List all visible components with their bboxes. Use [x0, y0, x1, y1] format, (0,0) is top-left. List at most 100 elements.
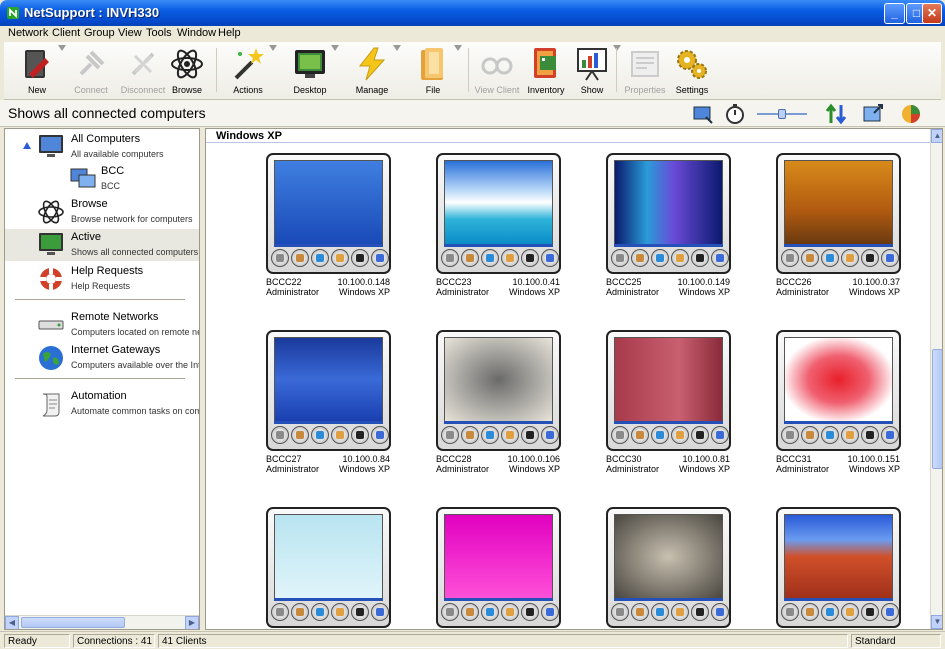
client-tile[interactable]: BCCC26 Administrator 10.100.0.37 Windows XP	[746, 153, 901, 303]
actions-button[interactable]: Actions	[217, 44, 279, 98]
properties-icon	[631, 51, 659, 77]
client-thumbnail[interactable]	[776, 507, 901, 628]
client-thumbnail[interactable]	[266, 330, 391, 451]
collapse-triangle-icon[interactable]	[23, 142, 31, 149]
nav-all-computers[interactable]: All Computers All available computers	[5, 131, 199, 163]
client-name: BCCC22	[266, 277, 302, 287]
client-status-icons	[611, 603, 729, 625]
desktop-dropdown-icon[interactable]	[331, 45, 339, 51]
scroll-thumb[interactable]	[932, 349, 942, 469]
nav-all-computers-sub: All available computers	[71, 149, 164, 159]
timer-icon[interactable]	[724, 103, 746, 125]
document-icon	[671, 426, 689, 444]
client-tile[interactable]: BCCC22 Administrator 10.100.0.148 Windows X…	[236, 153, 391, 303]
close-button[interactable]: ✕	[922, 3, 942, 24]
actions-dropdown-icon[interactable]	[269, 45, 277, 51]
client-tile[interactable]	[406, 507, 561, 629]
menu-group[interactable]: Group	[84, 27, 115, 39]
network-icon	[781, 249, 799, 267]
client-thumbnail[interactable]	[606, 330, 731, 451]
client-taskbar	[614, 598, 723, 601]
globe-icon	[371, 426, 389, 444]
nav-active[interactable]: Active Shows all connected computers	[5, 229, 199, 261]
nav-bcc-label: BCC	[101, 165, 125, 177]
manage-button[interactable]: Manage	[341, 44, 403, 98]
client-tile[interactable]: BCCC27 Administrator 10.100.0.84 Windows XP	[236, 330, 391, 480]
scroll-left-button[interactable]: ◀	[5, 616, 19, 629]
book-icon	[461, 249, 479, 267]
nav-active-sub: Shows all connected computers	[71, 247, 199, 257]
color-icon[interactable]	[900, 103, 922, 125]
menu-help[interactable]: Help	[218, 27, 241, 39]
sort-icon[interactable]	[825, 103, 847, 125]
globe-icon	[881, 249, 899, 267]
nav-bcc[interactable]: BCC BCC	[5, 163, 199, 195]
globe-icon	[39, 346, 63, 370]
manage-dropdown-icon[interactable]	[393, 45, 401, 51]
client-thumbnail[interactable]	[776, 330, 901, 451]
title-bar: NetSupport : INVH330 _ □ ✕	[0, 0, 945, 26]
client-tile[interactable]: BCCC28 Administrator 10.100.0.106 Windows X…	[406, 330, 561, 480]
status-bar: Ready Connections : 41 41 Clients Standa…	[0, 631, 945, 649]
client-thumbnail[interactable]	[436, 153, 561, 274]
client-vertical-scrollbar[interactable]: ▲ ▼	[930, 129, 942, 629]
client-thumbnail[interactable]	[266, 507, 391, 628]
scale-icon[interactable]	[862, 103, 884, 125]
new-book-icon	[25, 50, 49, 78]
client-screen	[274, 160, 383, 245]
client-os: Windows XP	[678, 287, 730, 297]
client-tile[interactable]	[236, 507, 391, 629]
menu-view[interactable]: View	[118, 27, 142, 39]
network-icon	[611, 426, 629, 444]
nav-browse[interactable]: Browse Browse network for computers	[5, 196, 199, 228]
network-icon	[271, 249, 289, 267]
browse-button[interactable]: Browse	[156, 44, 218, 98]
client-screen	[614, 160, 723, 245]
status-clients: 41 Clients	[158, 634, 848, 648]
client-thumbnail[interactable]	[436, 330, 561, 451]
client-tile[interactable]	[576, 507, 731, 629]
settings-button[interactable]: Settings	[661, 44, 723, 98]
nav-automation[interactable]: Automation Automate common tasks on comp	[5, 388, 199, 420]
nav-remote-networks[interactable]: Remote Networks Computers located on rem…	[5, 309, 199, 341]
menu-client[interactable]: Client	[52, 27, 80, 39]
client-thumbnail[interactable]	[436, 507, 561, 628]
client-tile[interactable]: BCCC30 Administrator 10.100.0.81 Windows XP	[576, 330, 731, 480]
file-button[interactable]: File	[402, 44, 464, 98]
scroll-right-button[interactable]: ▶	[185, 616, 199, 629]
nav-internet-gateways[interactable]: Internet Gateways Computers available ov…	[5, 342, 199, 374]
nav-horizontal-scrollbar[interactable]: ◀ ▶	[5, 615, 199, 629]
client-status-icons	[271, 603, 389, 625]
client-tile[interactable]: BCCC31 Administrator 10.100.0.151 Windows X…	[746, 330, 901, 480]
active-monitor-icon	[39, 233, 63, 255]
network-icon	[611, 249, 629, 267]
view-mode-icon[interactable]	[692, 103, 714, 125]
terminal-icon	[351, 426, 369, 444]
document-icon	[501, 426, 519, 444]
zoom-slider[interactable]	[757, 109, 807, 119]
client-name: BCCC27	[266, 454, 302, 464]
zoom-slider-thumb[interactable]	[778, 109, 786, 119]
menu-window[interactable]: Window	[177, 27, 216, 39]
file-dropdown-icon[interactable]	[454, 45, 462, 51]
client-tile[interactable]: BCCC23 Administrator 10.100.0.41 Windows XP	[406, 153, 561, 303]
client-thumbnail[interactable]	[606, 153, 731, 274]
windows-icon	[651, 603, 669, 621]
scroll-down-button[interactable]: ▼	[931, 615, 942, 629]
client-thumbnail[interactable]	[606, 507, 731, 628]
menu-tools[interactable]: Tools	[146, 27, 172, 39]
windows-icon	[651, 426, 669, 444]
client-screen	[614, 514, 723, 599]
minimize-button[interactable]: _	[884, 3, 905, 24]
scroll-thumb[interactable]	[21, 617, 125, 628]
new-button[interactable]: New	[6, 44, 68, 98]
nav-help-requests[interactable]: Help Requests Help Requests	[5, 263, 199, 295]
nav-browse-sub: Browse network for computers	[71, 214, 193, 224]
scroll-up-button[interactable]: ▲	[931, 129, 942, 143]
client-tile[interactable]	[746, 507, 901, 629]
client-tile[interactable]: BCCC25 Administrator 10.100.0.149 Windows X…	[576, 153, 731, 303]
client-thumbnail[interactable]	[266, 153, 391, 274]
menu-network[interactable]: Network	[8, 27, 48, 39]
client-thumbnail[interactable]	[776, 153, 901, 274]
desktop-button[interactable]: Desktop	[279, 44, 341, 98]
